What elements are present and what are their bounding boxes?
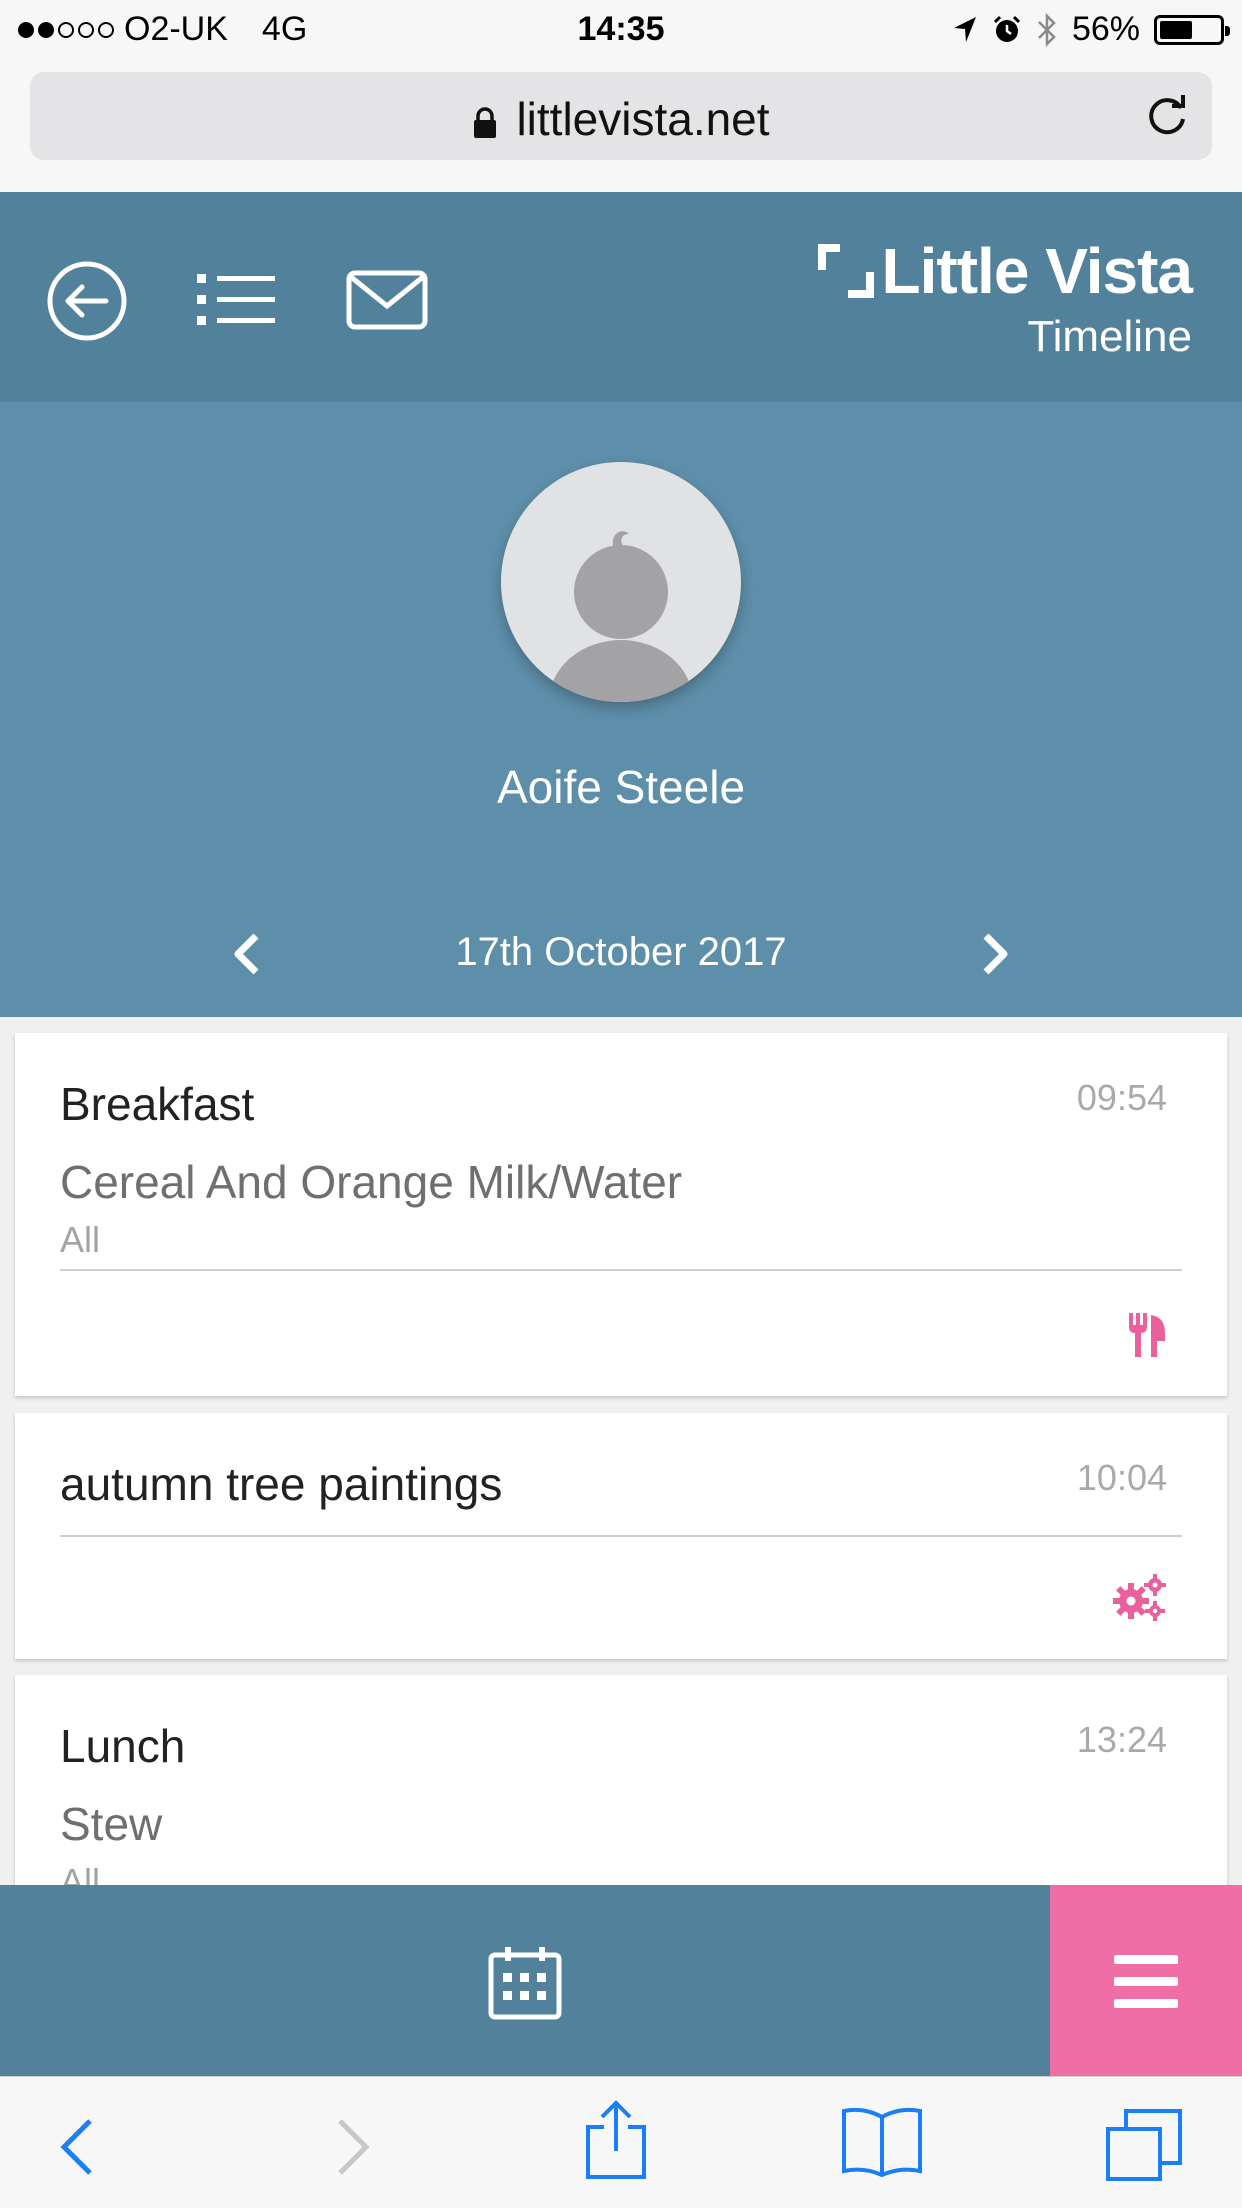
timeline-entry-lunch[interactable]: Lunch 13:24 Stew All [15, 1675, 1227, 1885]
status-bar: O2-UK 4G 14:35 56% [0, 0, 1242, 62]
current-date: 17th October 2017 [455, 930, 787, 974]
entry-time: 10:04 [1076, 1457, 1167, 1498]
brand-name: Little Vista [881, 235, 1193, 307]
browser-address-area: littlevista.net [0, 62, 1242, 192]
timeline-entry-activity[interactable]: autumn tree paintings 10:04 [15, 1413, 1227, 1659]
bluetooth-icon [1038, 12, 1056, 47]
reload-icon[interactable] [1144, 92, 1190, 138]
app-header: Little Vista Timeline [0, 192, 1242, 402]
cutlery-icon [1129, 1313, 1165, 1357]
entry-title: Breakfast [60, 1078, 255, 1130]
bookmarks-icon[interactable] [840, 2105, 924, 2177]
entry-title: autumn tree paintings [60, 1458, 503, 1510]
battery-icon [1154, 14, 1230, 45]
address-bar[interactable]: littlevista.net [30, 72, 1212, 160]
mail-icon[interactable] [346, 270, 428, 330]
entry-description: Cereal And Orange Milk/Water [60, 1156, 683, 1208]
timeline-feed[interactable]: Breakfast 09:54 Cereal And Orange Milk/W… [0, 1017, 1242, 1885]
app-bottom-bar [0, 1885, 1242, 2076]
timeline-entry-breakfast[interactable]: Breakfast 09:54 Cereal And Orange Milk/W… [15, 1033, 1227, 1396]
share-icon[interactable] [584, 2099, 648, 2181]
tabs-icon[interactable] [1104, 2107, 1184, 2183]
battery-percentage: 56% [1071, 10, 1140, 48]
date-navigator: 17th October 2017 [0, 922, 1242, 992]
address-domain: littlevista.net [516, 93, 770, 145]
hamburger-icon [1114, 1955, 1178, 2008]
entry-audience: All [60, 1861, 101, 1885]
default-avatar-icon [549, 531, 693, 702]
menu-button[interactable] [1050, 1885, 1242, 2076]
alarm-clock-icon [993, 15, 1020, 42]
avatar [501, 462, 741, 702]
entry-title: Lunch [60, 1720, 186, 1772]
browser-forward-icon[interactable] [332, 2117, 372, 2177]
entry-audience: All [60, 1219, 101, 1260]
list-icon[interactable] [195, 272, 277, 328]
calendar-icon[interactable] [487, 1945, 563, 2021]
location-arrow-icon [953, 16, 976, 42]
entry-divider [60, 1535, 1182, 1537]
child-profile: Aoife Steele 17th October 2017 [0, 402, 1242, 1017]
back-circle-icon[interactable] [46, 260, 128, 342]
brand-block: Little Vista Timeline [817, 234, 1193, 362]
entry-description: Stew [60, 1798, 163, 1850]
entry-time: 09:54 [1076, 1077, 1167, 1118]
little-vista-logo-icon [817, 244, 874, 298]
next-day-chevron-icon[interactable] [978, 930, 1014, 978]
entry-time: 13:24 [1076, 1719, 1167, 1760]
page-title: Timeline [1027, 312, 1192, 361]
browser-back-icon[interactable] [58, 2117, 98, 2177]
lock-icon [474, 107, 497, 138]
entry-divider [60, 1269, 1182, 1271]
child-name: Aoife Steele [496, 761, 746, 813]
browser-toolbar [0, 2076, 1242, 2208]
gears-icon [1113, 1574, 1166, 1621]
